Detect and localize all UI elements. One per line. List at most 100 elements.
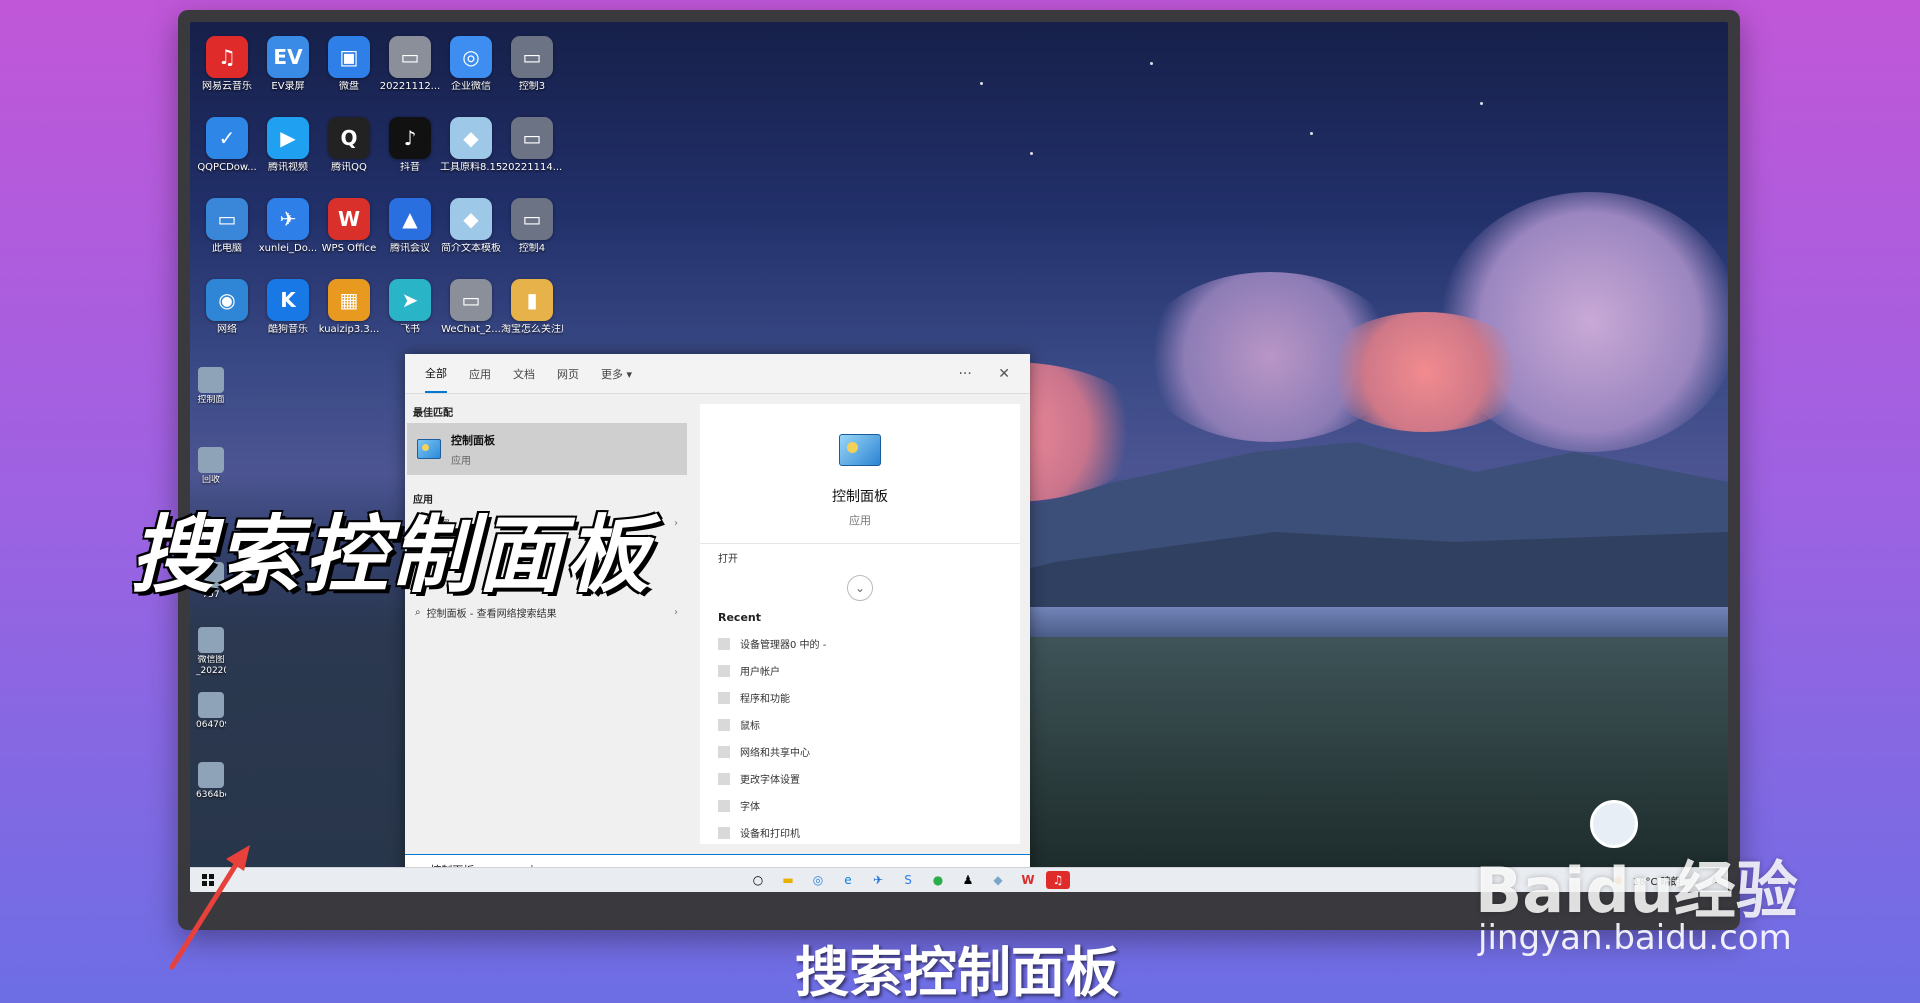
desktop-icon[interactable]: ▭ 20221114...: [501, 111, 563, 181]
desktop-icon[interactable]: ▮ 淘宝怎么关注店铺: [501, 273, 563, 343]
desktop-icon[interactable]: ◉ 网络: [196, 273, 258, 343]
best-match-title: 控制面板: [451, 433, 495, 447]
netease-music-button[interactable]: ♫: [1046, 871, 1070, 889]
xunlei-button[interactable]: ✈: [866, 871, 890, 889]
music-icon: ♫: [1052, 873, 1064, 887]
recent-item[interactable]: 更改字体设置: [700, 765, 1020, 792]
app-s-button[interactable]: S: [896, 871, 920, 889]
tab-docs[interactable]: 文档: [513, 356, 535, 392]
desktop-icon[interactable]: ▶ 腾讯视频: [257, 111, 319, 181]
star: [1030, 152, 1033, 155]
tool-button[interactable]: ◆: [986, 871, 1010, 889]
desktop-icon[interactable]: ▭ 控制3: [501, 30, 563, 100]
window-controls: ··· ✕: [936, 366, 1010, 382]
desktop-icon-partial[interactable]: 微信图 _20220: [196, 627, 226, 677]
wps-icon: W: [1021, 873, 1035, 887]
app-icon: ▭: [450, 279, 492, 321]
recent-item[interactable]: 字体: [700, 792, 1020, 819]
close-icon[interactable]: ✕: [998, 366, 1010, 382]
monitor-frame: ♫ 网易云音乐 EV EV录屏 ▣ 微盘 ▭ 20221112... ◎ 企业微信 ▭ 控制3 ✓ QQP…: [178, 10, 1740, 930]
qq-button[interactable]: ♟: [956, 871, 980, 889]
desktop-icon[interactable]: ▭ 20221112...: [379, 30, 441, 100]
desktop-icon[interactable]: ▭ 此电脑: [196, 192, 258, 262]
s-icon: S: [904, 873, 912, 887]
bird-icon: ✈: [872, 873, 884, 887]
desktop-icon[interactable]: EV EV录屏: [257, 30, 319, 100]
desktop-icon-label: xunlei_Do...: [258, 243, 318, 254]
app-icon: [198, 692, 224, 718]
expand-button[interactable]: ⌄: [847, 575, 873, 601]
app-icon: EV: [267, 36, 309, 78]
tool-icon: ◆: [993, 873, 1003, 887]
desktop-icon[interactable]: ◆ 工具原料8.15: [440, 111, 502, 181]
desktop-icon[interactable]: ♫ 网易云音乐: [196, 30, 258, 100]
tab-all[interactable]: 全部: [425, 355, 447, 393]
app-icon: W: [328, 198, 370, 240]
open-action[interactable]: 打开: [700, 544, 1020, 571]
best-match-item[interactable]: 控制面板 应用: [407, 423, 687, 475]
recent-item-icon: [718, 772, 730, 785]
recent-item[interactable]: 程序和功能: [700, 684, 1020, 711]
recent-item-icon: [718, 718, 730, 731]
app-icon: Q: [328, 117, 370, 159]
desktop-icon[interactable]: ✈ xunlei_Do...: [257, 192, 319, 262]
qq-browser-button[interactable]: ◎: [806, 871, 830, 889]
desktop-icon[interactable]: ▭ 控制4: [501, 192, 563, 262]
desktop-icon[interactable]: ♪ 抖音: [379, 111, 441, 181]
desktop-icon[interactable]: K 酷狗音乐: [257, 273, 319, 343]
app-icon: ◎: [450, 36, 492, 78]
app-icon: [198, 447, 224, 473]
desktop-icon-label: 6364bc: [196, 790, 226, 800]
star: [980, 82, 983, 85]
desktop-icon-label: 网络: [217, 324, 237, 335]
app-icon: ◆: [450, 117, 492, 159]
recent-item[interactable]: 鼠标: [700, 711, 1020, 738]
edge-button[interactable]: e: [836, 871, 860, 889]
more-options-icon[interactable]: ···: [958, 366, 971, 382]
recent-item[interactable]: 设备和打印机: [700, 819, 1020, 846]
recent-item[interactable]: 网络和共享中心: [700, 738, 1020, 765]
control-panel-icon: [839, 434, 881, 466]
recent-item-label: 设备和打印机: [740, 829, 800, 840]
app-icon: ▭: [511, 198, 553, 240]
desktop-icon[interactable]: ◎ 企业微信: [440, 30, 502, 100]
desktop-icon-partial[interactable]: 064709: [196, 692, 226, 731]
task-view-button[interactable]: ○: [746, 871, 770, 889]
recent-item-label: 鼠标: [740, 721, 760, 732]
desktop-icon[interactable]: W WPS Office: [318, 192, 380, 262]
desktop-icon-label: 控制3: [518, 81, 546, 92]
best-match-sub: 应用: [451, 455, 471, 467]
desktop-icon[interactable]: ✓ QQPCDow...: [196, 111, 258, 181]
desktop-icon[interactable]: ▦ kuaizip3.3...: [318, 273, 380, 343]
recent-item[interactable]: 用户帐户: [700, 657, 1020, 684]
wps-button[interactable]: W: [1016, 871, 1040, 889]
tab-more[interactable]: 更多 ▾: [601, 356, 632, 392]
recent-item[interactable]: 设备管理器0 中的 -: [700, 630, 1020, 657]
desktop-icon[interactable]: ▣ 微盘: [318, 30, 380, 100]
desktop-icon[interactable]: ◆ 简介文本模板: [440, 192, 502, 262]
browser-icon: ◎: [812, 873, 824, 887]
desktop-icon-label: WPS Office: [321, 243, 377, 254]
desktop-icon-partial[interactable]: 回收: [196, 447, 226, 486]
app-icon: [198, 762, 224, 788]
desktop-icon[interactable]: Q 腾讯QQ: [318, 111, 380, 181]
desktop-icon[interactable]: ▲ 腾讯会议: [379, 192, 441, 262]
desktop-icon-partial[interactable]: 6364bc: [196, 762, 226, 801]
open-action-label: 打开: [718, 554, 738, 565]
desktop-icon[interactable]: ▭ WeChat_2...: [440, 273, 502, 343]
desktop-icon-label: QQPCDow...: [197, 162, 257, 173]
desktop-icon-partial[interactable]: 控制面: [196, 367, 226, 406]
recent-item-label: 网络和共享中心: [740, 748, 810, 759]
desktop-icon-label: 腾讯会议: [390, 243, 430, 254]
watermark-url: jingyan.baidu.com: [1478, 918, 1792, 958]
desktop-icon-label: 腾讯视频: [268, 162, 308, 173]
app-icon: ✈: [267, 198, 309, 240]
tab-web[interactable]: 网页: [557, 356, 579, 392]
desktop-icon[interactable]: ➤ 飞书: [379, 273, 441, 343]
app-icon: [198, 367, 224, 393]
recent-item-icon: [718, 745, 730, 758]
file-explorer-button[interactable]: ▬: [776, 871, 800, 889]
wechat-button[interactable]: ●: [926, 871, 950, 889]
tab-apps[interactable]: 应用: [469, 356, 491, 392]
desktop-icon-label: EV录屏: [271, 81, 305, 92]
